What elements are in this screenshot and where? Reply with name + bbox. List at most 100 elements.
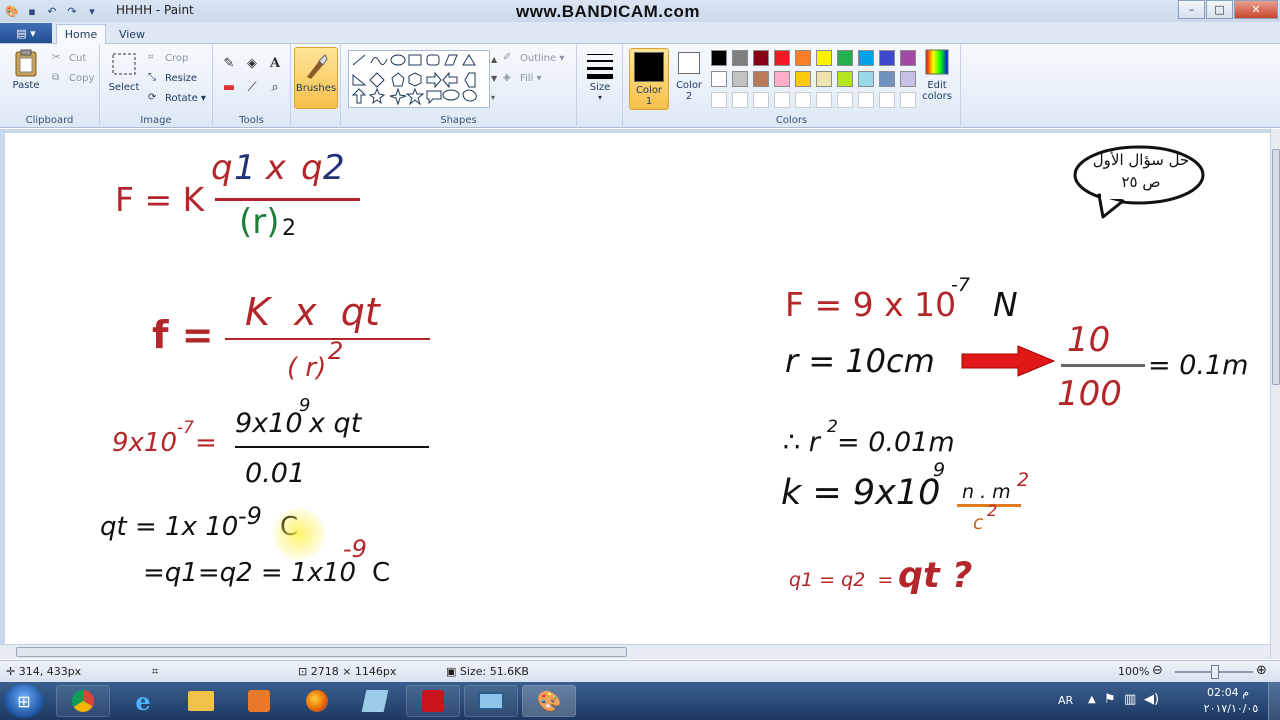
start-button[interactable]: ⊞ — [4, 684, 44, 718]
taskbar-ie[interactable]: e — [116, 685, 170, 717]
crop-button[interactable]: ⌗ Crop — [148, 52, 188, 64]
paste-icon — [15, 49, 37, 77]
palette-swatch[interactable] — [795, 71, 811, 87]
eraser-icon[interactable]: ▬ — [219, 78, 239, 97]
custom-color-slot[interactable] — [858, 92, 874, 108]
action-center-icon[interactable]: ⚑ — [1104, 692, 1116, 707]
size-button[interactable]: Size ▾ — [583, 50, 617, 102]
select-label: Select — [108, 82, 140, 93]
colors-group-label: Colors — [775, 115, 808, 126]
custom-color-slot[interactable] — [732, 92, 748, 108]
palette-swatch[interactable] — [816, 71, 832, 87]
custom-color-slot[interactable] — [753, 92, 769, 108]
undo-icon[interactable]: ↶ — [44, 3, 60, 19]
custom-color-slot[interactable] — [711, 92, 727, 108]
taskbar-firefox[interactable] — [290, 685, 344, 717]
palette-swatch[interactable] — [711, 50, 727, 66]
palette-swatch[interactable] — [858, 71, 874, 87]
image-group: Select ⌗ Crop ⤡ Resize ⟳ Rotate ▾ Image — [100, 44, 213, 128]
taskbar-app7[interactable] — [464, 685, 518, 717]
customize-qat-icon[interactable]: ▾ — [84, 3, 100, 19]
taskbar-media[interactable] — [232, 685, 286, 717]
cut-button[interactable]: ✂ Cut — [52, 52, 86, 64]
clock-date[interactable]: ٢٠١٧/١٠/٠٥ — [1200, 702, 1262, 715]
clock-time[interactable]: 02:04 م — [1200, 686, 1256, 699]
zoom-in-button[interactable]: ⊕ — [1256, 663, 1267, 678]
paint-icon: 🎨 — [536, 689, 562, 713]
color-picker-icon[interactable]: ⟋ — [242, 78, 262, 97]
eq3-lhs-base: 9x10 — [112, 428, 178, 458]
taskbar-explorer[interactable] — [174, 685, 228, 717]
palette-swatch[interactable] — [774, 50, 790, 66]
drawing-canvas[interactable]: F = K q 1 x q 2 (r) 2 f = K x qt ( r) 2 … — [5, 133, 1270, 644]
vertical-scroll-thumb[interactable] — [1272, 149, 1280, 385]
custom-color-slot[interactable] — [816, 92, 832, 108]
volume-icon[interactable]: ◀) — [1144, 692, 1159, 707]
network-icon[interactable]: ▥ — [1124, 692, 1136, 707]
tab-view[interactable]: View — [110, 24, 154, 44]
custom-color-slot[interactable] — [774, 92, 790, 108]
tray-expand-icon[interactable]: ▲ — [1088, 694, 1096, 705]
redo-icon[interactable]: ↷ — [64, 3, 80, 19]
palette-swatch[interactable] — [753, 50, 769, 66]
language-indicator[interactable]: AR — [1058, 694, 1073, 707]
rotate-button[interactable]: ⟳ Rotate ▾ — [148, 92, 206, 104]
color2-button[interactable]: Color 2 — [669, 48, 709, 112]
taskbar-app5[interactable] — [348, 685, 402, 717]
edit-colors-button[interactable]: Edit colors — [917, 48, 957, 102]
palette-swatch[interactable] — [732, 50, 748, 66]
fill-dropdown[interactable]: ◈ Fill ▾ — [503, 72, 542, 84]
outline-dropdown[interactable]: ✐ Outline ▾ — [503, 52, 564, 64]
palette-swatch[interactable] — [858, 50, 874, 66]
custom-color-slot[interactable] — [795, 92, 811, 108]
paste-button[interactable]: Paste — [8, 48, 44, 91]
magnifier-icon[interactable]: ⌕ — [265, 78, 285, 97]
palette-swatch[interactable] — [900, 50, 916, 66]
palette-swatch[interactable] — [879, 50, 895, 66]
palette-swatch[interactable] — [900, 71, 916, 87]
custom-color-slot[interactable] — [900, 92, 916, 108]
taskbar-paint[interactable]: 🎨 — [522, 685, 576, 717]
fill-bucket-icon[interactable]: ◈ — [242, 54, 262, 73]
brushes-button[interactable]: Brushes — [294, 47, 338, 109]
palette-swatch[interactable] — [837, 50, 853, 66]
save-icon[interactable]: ▪ — [24, 3, 40, 19]
palette-swatch[interactable] — [879, 71, 895, 87]
tab-home[interactable]: Home — [56, 24, 106, 44]
palette-swatch[interactable] — [837, 71, 853, 87]
taskbar-pdf[interactable] — [406, 685, 460, 717]
taskbar-chrome[interactable] — [56, 685, 110, 717]
minimize-button[interactable]: – — [1178, 0, 1205, 19]
close-button[interactable]: ✕ — [1234, 0, 1278, 19]
windows-logo-icon: ⊞ — [17, 691, 31, 711]
palette-swatch[interactable] — [732, 71, 748, 87]
copy-button[interactable]: ⧉ Copy — [52, 72, 94, 84]
show-desktop-button[interactable] — [1268, 682, 1280, 720]
zoom-out-button[interactable]: ⊖ — [1152, 663, 1163, 678]
zoom-slider-thumb[interactable] — [1211, 665, 1219, 679]
maximize-button[interactable]: □ — [1206, 0, 1233, 19]
horizontal-scrollbar[interactable] — [0, 644, 1270, 659]
workspace: F = K q 1 x q 2 (r) 2 f = K x qt ( r) 2 … — [0, 129, 1270, 644]
vertical-scrollbar[interactable] — [1270, 129, 1280, 659]
palette-swatch[interactable] — [711, 71, 727, 87]
fill-label: Fill — [520, 72, 534, 84]
pencil-icon[interactable]: ✎ — [219, 54, 239, 73]
shapes-gallery[interactable] — [348, 50, 490, 108]
shapes-scroll[interactable]: ▲ ▼ ▾ — [491, 50, 499, 108]
custom-color-slot[interactable] — [879, 92, 895, 108]
edit-colors-icon — [925, 49, 949, 75]
paint-app-icon[interactable]: 🎨 — [4, 3, 20, 19]
palette-swatch[interactable] — [774, 71, 790, 87]
k-unit-numerator: n . m — [962, 481, 1011, 503]
color1-button[interactable]: Color 1 — [629, 48, 669, 110]
palette-swatch[interactable] — [795, 50, 811, 66]
palette-swatch[interactable] — [816, 50, 832, 66]
resize-button[interactable]: ⤡ Resize — [148, 72, 197, 84]
horizontal-scroll-thumb[interactable] — [16, 647, 627, 657]
select-button[interactable]: Select — [108, 50, 140, 93]
text-tool-icon[interactable]: A — [265, 54, 285, 73]
palette-swatch[interactable] — [753, 71, 769, 87]
file-menu-button[interactable]: ▤ ▾ — [0, 23, 52, 43]
custom-color-slot[interactable] — [837, 92, 853, 108]
